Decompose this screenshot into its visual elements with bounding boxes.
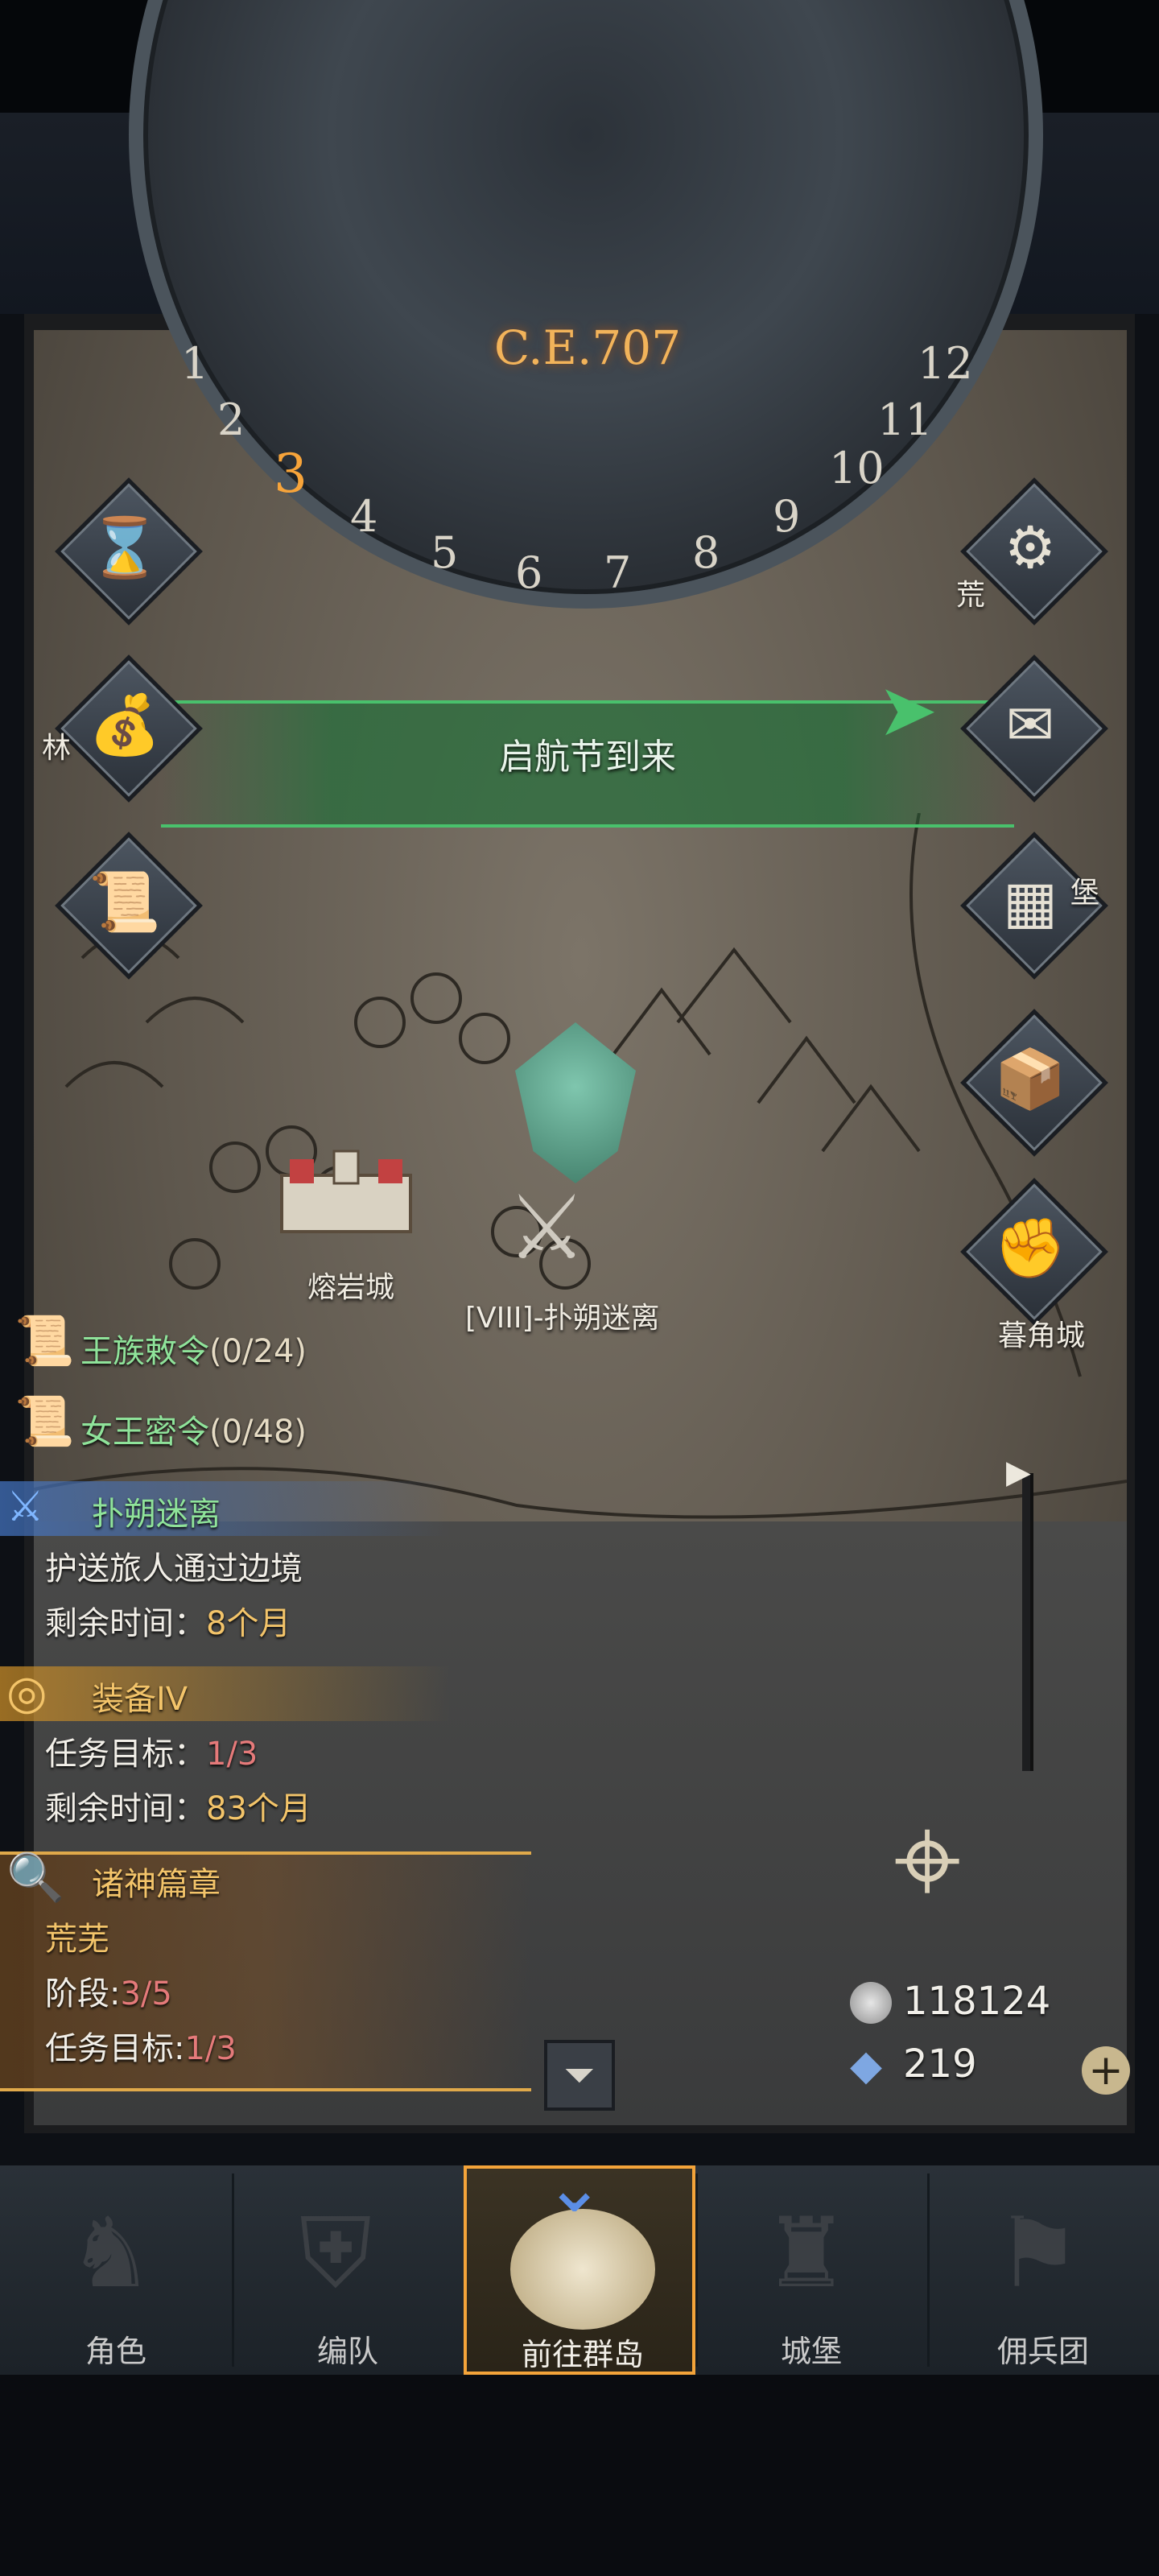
calendar-month-1: 1 [181,338,209,389]
quest-3-stage-value: 3/5 [120,1975,172,2013]
calendar-year: C.E.707 [493,320,682,375]
knight-icon: ♞ [68,2198,155,2310]
quest-3-goal: 任务目标:1/3 [45,2022,237,2069]
calendar-month-4: 4 [350,491,378,542]
silver-coin-icon [850,1982,892,2024]
locate-icon[interactable]: ⌖ [893,1800,961,1921]
money-bag-icon: 💰 [89,690,161,758]
calendar-month-7: 7 [604,547,632,598]
banner-icon: ⚑ [995,2198,1082,2310]
cargo-icon: 📦 [994,1044,1066,1113]
nav-archipelago-label: 前往群岛 [521,2337,644,2372]
calendar-month-5: 5 [431,527,459,578]
quest-1-header[interactable] [0,1481,451,1536]
magnifier-icon: 🔍 [6,1850,65,1905]
quest-2-time: 剩余时间：83个月 [45,1782,311,1829]
mail-icon: ✉ [1005,691,1055,758]
scroll-icon: 📜 [89,867,161,935]
quest-3-stage: 阶段:3/5 [45,1967,172,2014]
nav-formation-label: 编队 [316,2334,378,2369]
quest-2-header[interactable] [0,1666,451,1721]
nav-castle[interactable]: ♜ 城堡 [695,2165,927,2375]
calendar-month-9: 9 [773,491,801,542]
calendar-month-10: 10 [829,443,885,493]
nav-formation[interactable]: ⛨ 编队 [232,2165,464,2375]
castle-icon [280,1150,412,1233]
add-crystal-button[interactable]: + [1082,2046,1130,2095]
quest-1-desc: 护送旅人通过边境 [45,1550,303,1587]
sword-fist-icon: ✊ [994,1213,1066,1282]
quest-3-goal-value: 1/3 [184,2030,237,2067]
zoom-handle-icon[interactable]: ▶ [1006,1454,1031,1491]
crossed-swords-icon: ⚔ [507,1176,587,1279]
calendar-month-6: 6 [515,547,543,598]
target-icon: ◎ [6,1665,47,1719]
order-royal[interactable]: 王族敕令(0/24) [80,1325,307,1372]
quest-1-time-label: 剩余时间： [45,1605,206,1642]
crystal-icon: ◆ [850,2041,882,2090]
order-queen-count: (0/48) [209,1414,307,1451]
quest-2-goal: 任务目标：1/3 [45,1728,258,1774]
city-label-wild: 荒 [956,579,986,612]
calendar-month-8: 8 [692,527,720,578]
quest-2-goal-value: 1/3 [206,1736,258,1773]
royal-scroll-icon: 📜 [14,1313,75,1369]
arrow-icon[interactable]: ➤ [877,668,938,753]
quest-1-time: 剩余时间：8个月 [45,1597,291,1644]
silver-amount: 118124 [903,1979,1051,2024]
bottom-dark-band [0,2375,1159,2576]
collapse-button[interactable]: ⏷ [544,2040,615,2111]
nav-mercenary-label: 佣兵团 [996,2334,1089,2369]
calendar-month-12: 12 [918,338,973,389]
quest-1-title: 扑朔迷离 [92,1496,221,1533]
quest-2-time-value: 83个月 [206,1790,311,1827]
quest-1-time-value: 8个月 [206,1605,291,1642]
quest-sword-icon: ⚔ [6,1483,44,1531]
order-queen-name: 女王密令 [80,1414,209,1451]
helmet-icon: ⛨ [299,2198,372,2310]
zoom-slider[interactable] [1022,1473,1033,1771]
nav-castle-label: 城堡 [780,2334,842,2369]
order-queen[interactable]: 女王密令(0/48) [80,1406,307,1452]
castle-nav-icon: ♜ [763,2198,850,2310]
calendar-month-2: 2 [217,394,245,445]
order-royal-name: 王族敕令 [80,1333,209,1370]
chevron-down-icon: ⌄ [544,2145,605,2229]
crystal-amount: 219 [903,2041,977,2087]
quest-3-goal-label: 任务目标: [45,2030,185,2067]
city-label-fort: 堡 [1070,877,1100,910]
quest-2-title: 装备IV [92,1681,188,1718]
quest-2-goal-label: 任务目标： [45,1736,206,1773]
nav-character[interactable]: ♞ 角色 [0,2165,232,2375]
unit-label[interactable]: [VIII]-扑朔迷离 [465,1294,660,1336]
quest-3-sub: 荒芜 [45,1921,109,1958]
nav-character-label: 角色 [85,2334,146,2369]
city-label-dusk: 暮角城 [998,1319,1086,1352]
order-royal-count: (0/24) [209,1333,307,1370]
calendar-month-3: 3 [274,443,307,505]
queen-scroll-icon: 📜 [14,1393,75,1450]
quest-2-time-label: 剩余时间： [45,1790,206,1827]
city-label-lava: 熔岩城 [307,1271,395,1304]
hourglass-icon: ⌛ [89,513,161,581]
calendar-month-11: 11 [877,394,933,445]
city-label-forest: 林 [42,732,72,765]
nav-archipelago[interactable]: ⌄ 前往群岛 [464,2145,695,2375]
quest-3-stage-label: 阶段: [45,1975,121,2013]
quest-3-title: 诸神篇章 [92,1866,221,1903]
nav-mercenary[interactable]: ⚑ 佣兵团 [927,2165,1159,2375]
